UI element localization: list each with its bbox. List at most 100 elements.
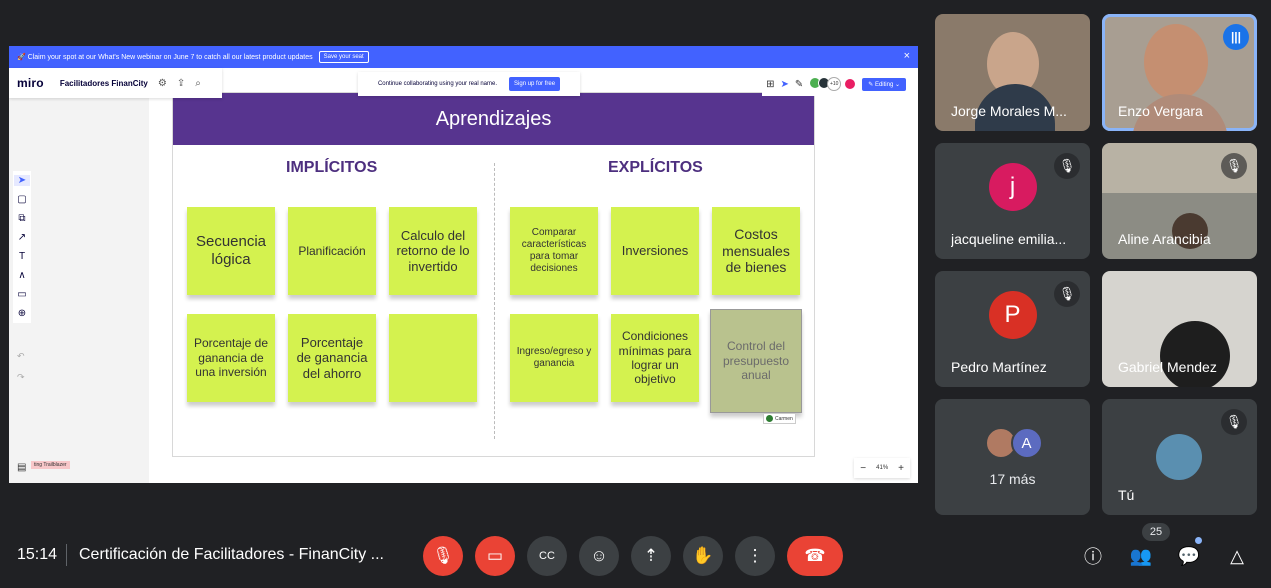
people-icon[interactable]: 👥 bbox=[1125, 540, 1157, 572]
self-tile[interactable]: 🎙 Tú bbox=[1102, 399, 1257, 515]
apps-icon[interactable]: ⊞ bbox=[766, 79, 774, 90]
sticky-note[interactable]: Inversiones bbox=[611, 207, 699, 295]
zoom-level[interactable]: 41% bbox=[876, 465, 888, 471]
participant-name: Tú bbox=[1118, 487, 1135, 503]
explicitos-heading: EXPLÍCITOS bbox=[608, 159, 703, 176]
miro-top-toolbar: miro Facilitadores FinanCity ⚙ ⇪ ⌕ bbox=[9, 68, 222, 98]
people-count-badge: 25 bbox=[1142, 523, 1170, 541]
meet-control-bar: 15:14 Certificación de Facilitadores - F… bbox=[0, 528, 1271, 588]
sticky-note-selected[interactable]: Control del presupuesto anual bbox=[710, 309, 802, 413]
shared-screen[interactable]: 🚀 Claim your spot at our What's New webi… bbox=[9, 46, 918, 483]
participant-video bbox=[1160, 321, 1230, 387]
participant-tile[interactable]: 🎙 j jacqueline emilia... bbox=[935, 143, 1090, 259]
sticky-note[interactable] bbox=[389, 314, 477, 402]
editing-button[interactable]: ✎ Editing ⌄ bbox=[862, 77, 906, 91]
avatar: P bbox=[988, 291, 1037, 339]
participant-name: Jorge Morales M... bbox=[951, 103, 1067, 119]
sticky-note-tool-icon[interactable]: ▢ bbox=[17, 194, 26, 205]
redo-icon[interactable]: ↷ bbox=[17, 372, 25, 383]
cursor-name: Carmen bbox=[775, 415, 793, 422]
participant-tile[interactable]: Gabriel Mendez bbox=[1102, 271, 1257, 387]
more-avatars: A bbox=[984, 427, 1043, 459]
more-participants-tile[interactable]: A 17 más bbox=[935, 399, 1090, 515]
sticky-note[interactable]: Porcentaje de ganancia de una inversión bbox=[187, 314, 275, 402]
avatar bbox=[766, 415, 773, 422]
sticky-note[interactable]: Comparar características para tomar deci… bbox=[510, 207, 598, 295]
participant-tile[interactable]: 🎙 P Pedro Martínez bbox=[935, 271, 1090, 387]
cursor-icon[interactable]: ➤ bbox=[780, 79, 788, 90]
miro-right-toolbar: ⊞ ➤ ✎ +10 ✎ Editing ⌄ bbox=[762, 72, 910, 96]
save-seat-button[interactable]: Save your seat bbox=[318, 51, 369, 63]
participant-name: Pedro Martínez bbox=[951, 359, 1047, 375]
raise-hand-button[interactable]: ✋ bbox=[683, 536, 723, 576]
zoom-out-icon[interactable]: − bbox=[860, 463, 866, 474]
participant-tile-speaking[interactable]: ||| Enzo Vergara bbox=[1102, 14, 1257, 131]
emoji-button[interactable]: ☺ bbox=[579, 536, 619, 576]
board-name[interactable]: Facilitadores FinanCity bbox=[60, 79, 148, 88]
avatar bbox=[1156, 434, 1202, 480]
undo-redo: ↶ ↷ bbox=[17, 351, 25, 383]
sticky-note[interactable]: Porcentaje de ganancia del ahorro bbox=[288, 314, 376, 402]
collab-prompt: Continue collaborating using your real n… bbox=[358, 72, 580, 96]
mic-off-icon: 🎙 bbox=[1054, 281, 1080, 307]
hang-up-button[interactable]: ☎ bbox=[787, 536, 843, 576]
close-icon[interactable]: × bbox=[904, 50, 910, 62]
aprendizajes-frame[interactable]: Aprendizajes IMPLÍCITOS EXPLÍCITOS Secue… bbox=[172, 92, 815, 457]
participant-tile[interactable]: 🎙 Aline Arancibia bbox=[1102, 143, 1257, 259]
party-icon[interactable]: ✎ bbox=[795, 79, 803, 90]
participant-tile[interactable]: Jorge Morales M... bbox=[935, 14, 1090, 131]
avatar: A bbox=[1010, 427, 1043, 459]
sticky-note[interactable]: Calculo del retorno de lo invertido bbox=[389, 207, 477, 295]
mic-off-icon: 🎙 bbox=[1054, 153, 1080, 179]
implicitos-heading: IMPLÍCITOS bbox=[286, 159, 378, 176]
zoom-controls: − 41% + bbox=[854, 458, 910, 478]
captions-button[interactable]: CC bbox=[527, 536, 567, 576]
collab-text: Continue collaborating using your real n… bbox=[377, 81, 498, 87]
mic-off-button[interactable]: 🎙 bbox=[423, 536, 463, 576]
mic-off-icon: 🎙 bbox=[1221, 153, 1247, 179]
sticky-note[interactable]: Condiciones mínimas para lograr un objet… bbox=[611, 314, 699, 402]
editing-label: Editing bbox=[874, 81, 894, 88]
activities-icon[interactable]: △ bbox=[1221, 540, 1253, 572]
more-tools-icon[interactable]: ⊕ bbox=[18, 308, 26, 319]
others-count[interactable]: +10 bbox=[827, 77, 842, 91]
share-icon[interactable]: ⇪ bbox=[177, 78, 185, 89]
sticky-note[interactable]: Costos mensuales de bienes bbox=[712, 207, 800, 295]
banner-text: 🚀 Claim your spot at our What's New webi… bbox=[17, 54, 313, 61]
participant-name: Enzo Vergara bbox=[1118, 103, 1203, 119]
avatar[interactable] bbox=[844, 78, 857, 90]
info-icon[interactable]: ⓘ bbox=[1077, 540, 1109, 572]
chat-notification-dot bbox=[1195, 537, 1202, 544]
connector-tool-icon[interactable]: ↗ bbox=[18, 232, 26, 243]
sticky-note[interactable]: Planificación bbox=[288, 207, 376, 295]
sticky-note[interactable]: Ingreso/egreso y ganancia bbox=[510, 314, 598, 402]
participant-name: jacqueline emilia... bbox=[951, 231, 1067, 247]
sticky-note[interactable]: Secuencia lógica bbox=[187, 207, 275, 295]
present-button[interactable]: ⇡ bbox=[631, 536, 671, 576]
participant-video bbox=[1144, 24, 1208, 100]
undo-icon[interactable]: ↶ bbox=[17, 351, 25, 362]
signup-button[interactable]: Sign up for free bbox=[509, 77, 561, 91]
select-tool-icon[interactable]: ➤ bbox=[14, 175, 30, 186]
participant-name: Gabriel Mendez bbox=[1118, 359, 1217, 375]
frames-icon[interactable]: ▤ bbox=[17, 462, 26, 473]
comment-tool-icon[interactable]: ▭ bbox=[17, 289, 26, 300]
text-tool-icon[interactable]: T bbox=[19, 251, 25, 262]
shapes-tool-icon[interactable]: ⧉ bbox=[18, 213, 25, 224]
chat-icon[interactable]: 💬 bbox=[1173, 540, 1205, 572]
zoom-in-icon[interactable]: + bbox=[898, 463, 904, 474]
miro-logo[interactable]: miro bbox=[17, 76, 44, 90]
more-options-button[interactable]: ⋮ bbox=[735, 536, 775, 576]
gear-icon[interactable]: ⚙ bbox=[158, 78, 167, 89]
collaborator-avatars[interactable]: +10 bbox=[809, 77, 842, 91]
frame-label[interactable]: ting Trailblazer bbox=[31, 461, 70, 469]
pen-tool-icon[interactable]: ∧ bbox=[18, 270, 25, 281]
meeting-title: Certificación de Facilitadores - FinanCi… bbox=[79, 546, 384, 563]
clock: 15:14 bbox=[17, 546, 58, 563]
more-participants-label: 17 más bbox=[989, 471, 1036, 487]
mic-off-icon: 🎙 bbox=[1221, 409, 1247, 435]
speaking-indicator-icon: ||| bbox=[1223, 24, 1249, 50]
search-icon[interactable]: ⌕ bbox=[195, 78, 201, 89]
avatar: j bbox=[988, 163, 1037, 211]
camera-off-button[interactable]: ▭ bbox=[475, 536, 515, 576]
